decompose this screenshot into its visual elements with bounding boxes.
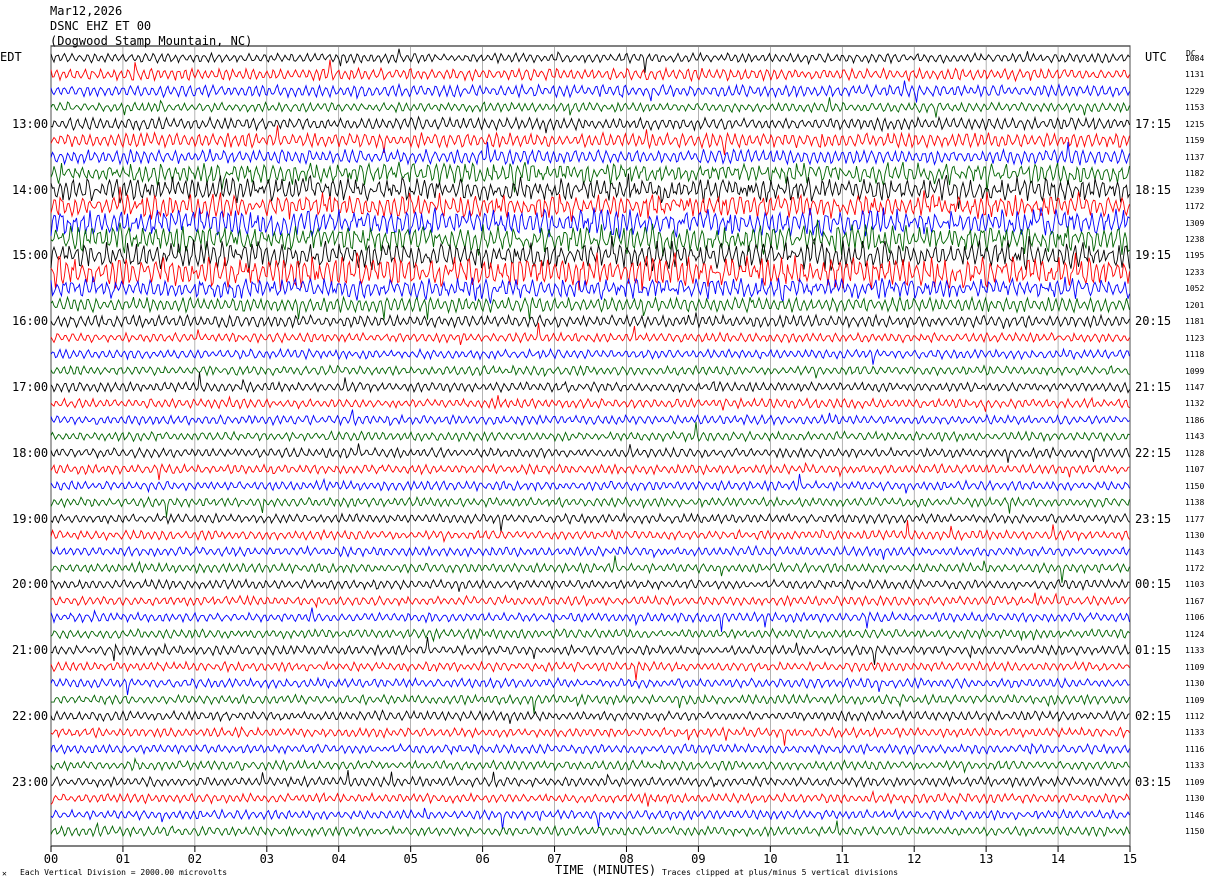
seismic-trace: [50, 364, 1130, 379]
seismic-trace: [50, 80, 1130, 103]
scale-note: Each Vertical Division = 2000.00 microvo…: [20, 868, 228, 877]
x-tick-label: 05: [403, 852, 417, 866]
seismic-trace: [50, 115, 1130, 134]
seismic-trace: [50, 607, 1130, 633]
seismic-trace: [50, 820, 1130, 838]
seismic-trace: [50, 347, 1130, 365]
seismic-trace: [50, 295, 1130, 320]
seismic-trace: [50, 592, 1130, 609]
seismic-trace: [50, 709, 1130, 724]
x-tick-label: 03: [260, 852, 274, 866]
x-tick-label: 12: [907, 852, 921, 866]
seismic-trace: [50, 125, 1130, 156]
seismic-trace: [50, 59, 1130, 83]
x-axis-title: TIME (MINUTES): [555, 863, 657, 877]
seismic-trace: [50, 742, 1130, 756]
seismic-trace: [50, 807, 1130, 830]
seismic-traces: [50, 48, 1130, 838]
seismic-trace: [50, 512, 1130, 533]
seismic-trace: [50, 276, 1130, 304]
seismic-trace: [50, 676, 1130, 696]
minute-gridlines: [50, 45, 1131, 847]
seismic-trace: [50, 660, 1130, 681]
x-tick-label: 00: [44, 852, 58, 866]
seismic-trace: [50, 312, 1130, 329]
seismic-trace: [50, 421, 1130, 443]
x-tick-label: 11: [835, 852, 849, 866]
seismic-trace: [50, 473, 1130, 494]
seismic-trace: [50, 636, 1130, 666]
seismic-trace: [51, 555, 1130, 583]
x-tick-label: 10: [763, 852, 777, 866]
seismic-trace: [50, 461, 1130, 481]
seismic-trace: [50, 395, 1130, 412]
seismic-trace: [50, 770, 1130, 789]
x-tick-label: 02: [188, 852, 202, 866]
x-tick-label: 04: [332, 852, 346, 866]
seismic-trace: [50, 443, 1130, 463]
clip-note: Traces clipped at plus/minus 5 vertical …: [662, 868, 899, 877]
seismic-trace: [50, 789, 1130, 807]
seismic-trace: [50, 207, 1130, 239]
seismic-trace: [50, 322, 1130, 346]
seismic-trace: [50, 757, 1130, 774]
x-tick-label: 15: [1123, 852, 1137, 866]
seismic-trace: [50, 161, 1130, 193]
seismic-trace: [50, 578, 1130, 592]
x-tick-label: 06: [475, 852, 489, 866]
seismic-trace: [50, 627, 1130, 643]
seismic-trace: [51, 693, 1130, 714]
seismic-trace: [50, 544, 1130, 560]
x-tick-label: 09: [691, 852, 705, 866]
x-tick-label: 14: [1051, 852, 1065, 866]
seismic-trace: [50, 97, 1130, 118]
seismic-trace: [50, 725, 1130, 746]
x-tick-label: 01: [116, 852, 130, 866]
corner-mark: ✕: [2, 869, 7, 878]
seismic-trace: [50, 409, 1130, 427]
seismic-trace: [50, 48, 1130, 73]
seismic-trace: [50, 141, 1130, 166]
seismic-trace: [50, 496, 1130, 518]
plot-frame: [50, 45, 1131, 847]
seismic-trace: [50, 520, 1130, 544]
helicorder-plot: 00 01 02 03 04 05 06 07 08 09 10 11 12 13 14 15: [44, 45, 1137, 866]
x-tick-label: 13: [979, 852, 993, 866]
